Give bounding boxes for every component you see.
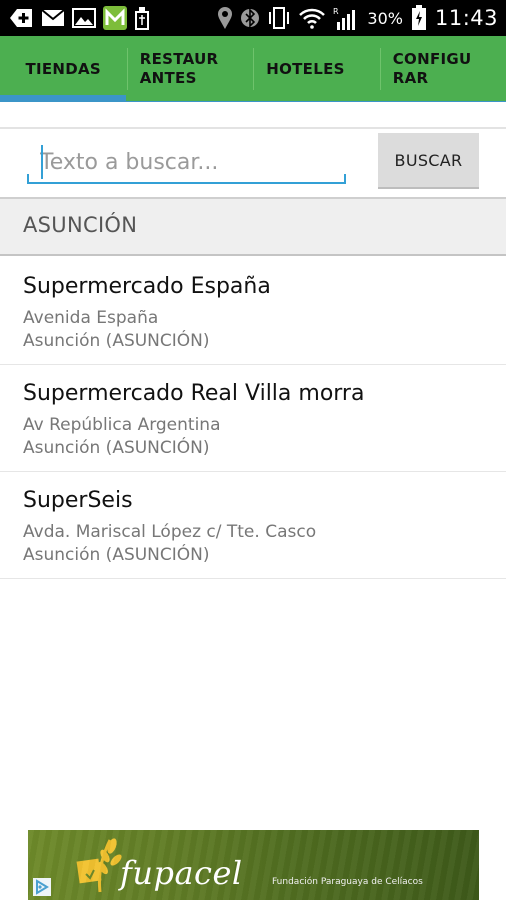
store-name: Supermercado Real Villa morra (23, 381, 365, 406)
search-input[interactable] (27, 140, 346, 184)
section-header: ASUNCIÓN (0, 197, 506, 256)
battery-percent: 30% (367, 8, 403, 28)
tab-divider (0, 101, 506, 102)
section-title: ASUNCIÓN (23, 213, 138, 237)
ad-tagline: Fundación Paraguaya de Celíacos (272, 877, 423, 887)
store-address: Avenida España (23, 308, 159, 328)
usb-icon (135, 7, 149, 30)
signal-icon: R (333, 7, 356, 30)
bluetooth-icon (241, 8, 260, 28)
search-input-underline-left (27, 174, 29, 184)
svg-text:R: R (333, 7, 339, 16)
plus-icon (10, 9, 32, 27)
m-app-icon (103, 6, 127, 30)
location-icon (218, 7, 233, 29)
wifi-icon (299, 8, 326, 29)
list-item[interactable]: Supermercado Real Villa morra Av Repúbli… (0, 365, 506, 472)
tab-restaurantes[interactable]: RESTAUR ANTES (126, 36, 254, 102)
wheat-logo-icon (76, 838, 122, 893)
list-item[interactable]: Supermercado España Avenida España Asunc… (0, 258, 506, 365)
email-icon (41, 9, 65, 26)
tab-label: HOTELES (266, 59, 345, 78)
image-icon (72, 8, 96, 28)
store-name: Supermercado España (23, 274, 271, 299)
clock: 11:43 (434, 6, 498, 30)
search-input-underline-right (344, 174, 346, 184)
store-city: Asunción (ASUNCIÓN) (23, 331, 210, 351)
list-item[interactable]: SuperSeis Avda. Mariscal López c/ Tte. C… (0, 472, 506, 579)
battery-charging-icon (411, 5, 426, 30)
ad-brand: fupacel (120, 854, 243, 892)
ad-choices-icon[interactable] (33, 878, 51, 896)
store-address: Avda. Mariscal López c/ Tte. Casco (23, 522, 317, 542)
text-cursor (41, 145, 43, 179)
tab-tiendas[interactable]: TIENDAS (0, 36, 127, 102)
search-button[interactable]: BUSCAR (378, 133, 479, 189)
store-address: Av República Argentina (23, 415, 221, 435)
tab-configurar[interactable]: CONFIGU RAR (379, 36, 506, 102)
store-city: Asunción (ASUNCIÓN) (23, 438, 210, 458)
status-bar: R 30% 11:43 (0, 0, 506, 36)
search-input-underline (27, 182, 346, 184)
tab-hoteles[interactable]: HOTELES (253, 36, 380, 102)
store-list: Supermercado España Avenida España Asunc… (0, 258, 506, 579)
ad-banner[interactable]: fupacel Fundación Paraguaya de Celíacos (28, 830, 479, 900)
tab-bar: TIENDAS RESTAUR ANTES HOTELES CONFIGU RA… (0, 36, 506, 102)
vibrate-icon (269, 7, 290, 29)
tab-label: CONFIGU RAR (392, 50, 472, 87)
store-city: Asunción (ASUNCIÓN) (23, 545, 210, 565)
tab-label: RESTAUR ANTES (139, 50, 219, 87)
tab-label: TIENDAS (25, 59, 102, 78)
store-name: SuperSeis (23, 488, 133, 513)
